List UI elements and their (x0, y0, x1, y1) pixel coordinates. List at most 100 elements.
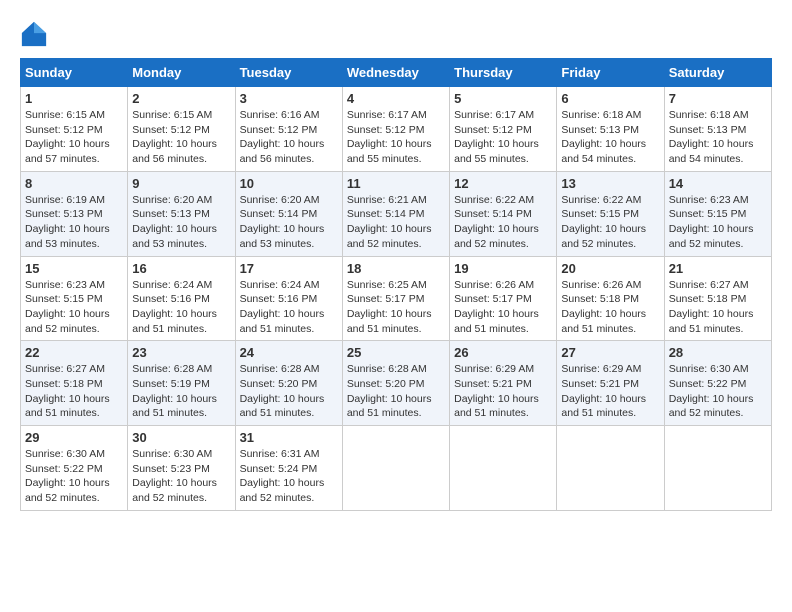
calendar-cell: 12Sunrise: 6:22 AMSunset: 5:14 PMDayligh… (450, 171, 557, 256)
calendar-cell: 11 Sunrise: 6:21 AMSunset: 5:14 PMDayligh… (342, 171, 449, 256)
day-info: Sunrise: 6:28 AMSunset: 5:19 PMDaylight:… (132, 362, 230, 421)
calendar-cell: 1Sunrise: 6:15 AMSunset: 5:12 PMDaylight… (21, 87, 128, 172)
calendar-cell: 21 Sunrise: 6:27 AMSunset: 5:18 PMDayligh… (664, 256, 771, 341)
day-info: Sunrise: 6:22 AMSunset: 5:15 PMDaylight:… (561, 193, 659, 252)
day-number: 29 (25, 430, 123, 445)
calendar-cell: 13 Sunrise: 6:22 AMSunset: 5:15 PMDayligh… (557, 171, 664, 256)
weekday-header-tuesday: Tuesday (235, 59, 342, 87)
calendar-cell (664, 426, 771, 511)
day-info: Sunrise: 6:26 AMSunset: 5:17 PMDaylight:… (454, 278, 552, 337)
day-info: Sunrise: 6:18 AMSunset: 5:13 PMDaylight:… (561, 108, 659, 167)
calendar-week-3: 15Sunrise: 6:23 AMSunset: 5:15 PMDayligh… (21, 256, 772, 341)
calendar-cell: 27 Sunrise: 6:29 AMSunset: 5:21 PMDayligh… (557, 341, 664, 426)
day-info: Sunrise: 6:23 AMSunset: 5:15 PMDaylight:… (25, 278, 123, 337)
calendar-cell: 4 Sunrise: 6:17 AMSunset: 5:12 PMDaylight… (342, 87, 449, 172)
day-info: Sunrise: 6:16 AMSunset: 5:12 PMDaylight:… (240, 108, 338, 167)
day-number: 22 (25, 345, 123, 360)
day-number: 18 (347, 261, 445, 276)
day-number: 16 (132, 261, 230, 276)
calendar-cell: 10 Sunrise: 6:20 AMSunset: 5:14 PMDayligh… (235, 171, 342, 256)
weekday-header-row: SundayMondayTuesdayWednesdayThursdayFrid… (21, 59, 772, 87)
day-number: 31 (240, 430, 338, 445)
day-info: Sunrise: 6:26 AMSunset: 5:18 PMDaylight:… (561, 278, 659, 337)
calendar-cell: 14Sunrise: 6:23 AMSunset: 5:15 PMDayligh… (664, 171, 771, 256)
day-info: Sunrise: 6:28 AMSunset: 5:20 PMDaylight:… (347, 362, 445, 421)
day-number: 24 (240, 345, 338, 360)
day-number: 6 (561, 91, 659, 106)
calendar-cell (557, 426, 664, 511)
weekday-header-sunday: Sunday (21, 59, 128, 87)
calendar-cell: 20 Sunrise: 6:26 AMSunset: 5:18 PMDayligh… (557, 256, 664, 341)
logo (20, 20, 52, 48)
calendar-cell: 19 Sunrise: 6:26 AMSunset: 5:17 PMDayligh… (450, 256, 557, 341)
day-info: Sunrise: 6:21 AMSunset: 5:14 PMDaylight:… (347, 193, 445, 252)
calendar-cell: 22 Sunrise: 6:27 AMSunset: 5:18 PMDayligh… (21, 341, 128, 426)
day-number: 10 (240, 176, 338, 191)
calendar-week-5: 29Sunrise: 6:30 AMSunset: 5:22 PMDayligh… (21, 426, 772, 511)
day-info: Sunrise: 6:20 AMSunset: 5:14 PMDaylight:… (240, 193, 338, 252)
day-info: Sunrise: 6:18 AMSunset: 5:13 PMDaylight:… (669, 108, 767, 167)
calendar-week-4: 22 Sunrise: 6:27 AMSunset: 5:18 PMDayligh… (21, 341, 772, 426)
calendar-cell: 5 Sunrise: 6:17 AMSunset: 5:12 PMDaylight… (450, 87, 557, 172)
day-number: 21 (669, 261, 767, 276)
day-number: 12 (454, 176, 552, 191)
day-number: 19 (454, 261, 552, 276)
day-info: Sunrise: 6:27 AMSunset: 5:18 PMDaylight:… (669, 278, 767, 337)
calendar-cell: 25 Sunrise: 6:28 AMSunset: 5:20 PMDayligh… (342, 341, 449, 426)
day-number: 4 (347, 91, 445, 106)
day-number: 30 (132, 430, 230, 445)
calendar-week-1: 1 Sunrise: 6:15 AMSunset: 5:12 PMDaylight… (21, 87, 772, 172)
day-info: Sunrise: 6:30 AMSunset: 5:23 PMDaylight:… (132, 447, 230, 506)
day-number: 8 (25, 176, 123, 191)
calendar-cell: 6 Sunrise: 6:18 AMSunset: 5:13 PMDaylight… (557, 87, 664, 172)
calendar-cell: 2 Sunrise: 6:15 AMSunset: 5:12 PMDaylight… (128, 87, 235, 172)
day-info: Sunrise: 6:19 AMSunset: 5:13 PMDaylight:… (25, 193, 123, 252)
calendar-cell: 8 Sunrise: 6:19 AMSunset: 5:13 PMDaylight… (21, 171, 128, 256)
day-info: Sunrise: 6:25 AMSunset: 5:17 PMDaylight:… (347, 278, 445, 337)
day-number: 28 (669, 345, 767, 360)
calendar-cell: 18 Sunrise: 6:25 AMSunset: 5:17 PMDayligh… (342, 256, 449, 341)
day-info: Sunrise: 6:31 AMSunset: 5:24 PMDaylight:… (240, 447, 338, 506)
day-info: Sunrise: 6:23 AMSunset: 5:15 PMDaylight:… (669, 193, 767, 252)
day-info: Sunrise: 6:29 AMSunset: 5:21 PMDaylight:… (454, 362, 552, 421)
calendar-cell (450, 426, 557, 511)
calendar-cell: 16 Sunrise: 6:24 AMSunset: 5:16 PMDayligh… (128, 256, 235, 341)
weekday-header-monday: Monday (128, 59, 235, 87)
day-number: 13 (561, 176, 659, 191)
day-number: 25 (347, 345, 445, 360)
day-number: 20 (561, 261, 659, 276)
day-info: Sunrise: 6:24 AMSunset: 5:16 PMDaylight:… (132, 278, 230, 337)
day-number: 27 (561, 345, 659, 360)
day-number: 7 (669, 91, 767, 106)
calendar-cell: 28 Sunrise: 6:30 AMSunset: 5:22 PMDayligh… (664, 341, 771, 426)
weekday-header-wednesday: Wednesday (342, 59, 449, 87)
calendar-cell: 3Sunrise: 6:16 AMSunset: 5:12 PMDaylight… (235, 87, 342, 172)
day-number: 1 (25, 91, 123, 106)
day-number: 17 (240, 261, 338, 276)
calendar-week-2: 8 Sunrise: 6:19 AMSunset: 5:13 PMDaylight… (21, 171, 772, 256)
calendar-cell (342, 426, 449, 511)
calendar-cell: 7 Sunrise: 6:18 AMSunset: 5:13 PMDaylight… (664, 87, 771, 172)
day-info: Sunrise: 6:27 AMSunset: 5:18 PMDaylight:… (25, 362, 123, 421)
calendar-cell: 29Sunrise: 6:30 AMSunset: 5:22 PMDayligh… (21, 426, 128, 511)
day-info: Sunrise: 6:29 AMSunset: 5:21 PMDaylight:… (561, 362, 659, 421)
page-header (20, 20, 772, 48)
day-info: Sunrise: 6:17 AMSunset: 5:12 PMDaylight:… (347, 108, 445, 167)
calendar-cell: 23 Sunrise: 6:28 AMSunset: 5:19 PMDayligh… (128, 341, 235, 426)
day-info: Sunrise: 6:17 AMSunset: 5:12 PMDaylight:… (454, 108, 552, 167)
day-number: 11 (347, 176, 445, 191)
day-info: Sunrise: 6:20 AMSunset: 5:13 PMDaylight:… (132, 193, 230, 252)
logo-icon (20, 20, 48, 48)
calendar-cell: 26Sunrise: 6:29 AMSunset: 5:21 PMDayligh… (450, 341, 557, 426)
calendar-cell: 30 Sunrise: 6:30 AMSunset: 5:23 PMDayligh… (128, 426, 235, 511)
day-info: Sunrise: 6:30 AMSunset: 5:22 PMDaylight:… (669, 362, 767, 421)
day-number: 5 (454, 91, 552, 106)
calendar-table: SundayMondayTuesdayWednesdayThursdayFrid… (20, 58, 772, 511)
calendar-cell: 24Sunrise: 6:28 AMSunset: 5:20 PMDayligh… (235, 341, 342, 426)
day-number: 2 (132, 91, 230, 106)
day-info: Sunrise: 6:15 AMSunset: 5:12 PMDaylight:… (132, 108, 230, 167)
day-number: 9 (132, 176, 230, 191)
day-number: 23 (132, 345, 230, 360)
day-info: Sunrise: 6:24 AMSunset: 5:16 PMDaylight:… (240, 278, 338, 337)
calendar-cell: 15Sunrise: 6:23 AMSunset: 5:15 PMDayligh… (21, 256, 128, 341)
